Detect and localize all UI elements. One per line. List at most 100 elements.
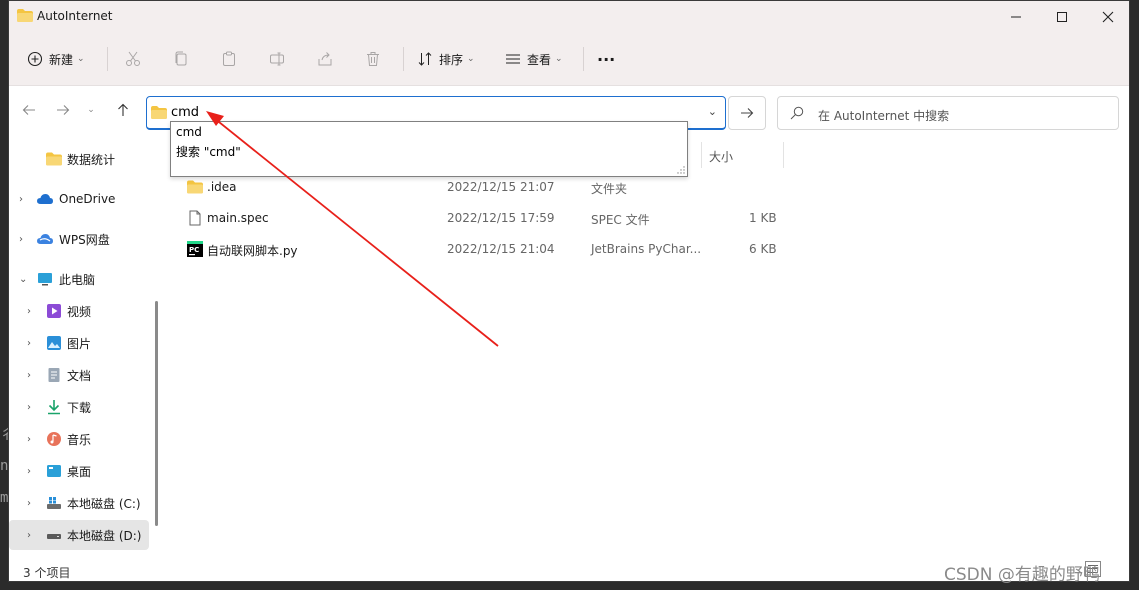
file-name: .idea	[207, 180, 237, 194]
chevron-right-icon[interactable]: ›	[27, 306, 31, 317]
chevron-right-icon[interactable]: ›	[27, 530, 31, 541]
column-divider[interactable]	[701, 142, 702, 168]
more-options-button[interactable]: ···	[597, 43, 615, 75]
sort-button[interactable]: 排序 ⌄	[417, 43, 475, 75]
chevron-right-icon[interactable]: ›	[27, 402, 31, 413]
arrow-right-icon	[57, 105, 70, 115]
rename-button[interactable]	[269, 43, 285, 75]
sidebar-item-desktop[interactable]: › 桌面	[9, 456, 149, 486]
close-button[interactable]	[1085, 1, 1131, 33]
more-icon: ···	[597, 49, 616, 69]
share-icon	[318, 52, 332, 66]
chevron-right-icon[interactable]: ›	[27, 434, 31, 445]
sidebar-item-wps-drive[interactable]: › WPS网盘	[9, 224, 149, 254]
sidebar-item-videos[interactable]: › 视频	[9, 296, 149, 326]
svg-text:PC: PC	[189, 246, 199, 254]
chevron-right-icon[interactable]: ›	[19, 194, 23, 205]
folder-icon	[46, 152, 62, 166]
resize-grip-icon[interactable]	[677, 166, 685, 174]
sidebar-item-documents[interactable]: › 文档	[9, 360, 149, 390]
sidebar-item-label: 下载	[67, 400, 92, 415]
arrow-right-icon	[741, 108, 754, 118]
folder-icon	[17, 9, 33, 22]
file-row[interactable]: main.spec 2022/12/15 17:59 SPEC 文件 1 KB	[169, 203, 789, 233]
search-icon	[790, 106, 804, 120]
chevron-right-icon[interactable]: ›	[27, 498, 31, 509]
new-button-label: 新建	[49, 52, 74, 67]
sidebar-item-label: 本地磁盘 (C:)	[67, 496, 141, 511]
sidebar-scrollbar[interactable]	[155, 301, 158, 526]
view-list-icon	[506, 54, 520, 64]
sidebar-item-drive-d[interactable]: › 本地磁盘 (D:)	[9, 520, 149, 550]
chevron-right-icon[interactable]: ›	[27, 466, 31, 477]
picture-icon	[47, 336, 61, 350]
share-button[interactable]	[317, 43, 333, 75]
close-icon	[1102, 11, 1114, 23]
navigation-pane: 数据统计 › OneDrive › WPS网盘 ⌄ 此电脑 › 视频 › 图片 …	[9, 134, 159, 554]
sidebar-item-music[interactable]: › 音乐	[9, 424, 149, 454]
sidebar-item-this-pc[interactable]: ⌄ 此电脑	[9, 264, 149, 294]
sidebar-item-data-stats[interactable]: 数据统计	[9, 144, 149, 174]
file-type: JetBrains PyChar...	[591, 242, 702, 256]
paste-button[interactable]	[221, 43, 237, 75]
folder-icon	[187, 180, 203, 194]
watermark: CSDN @有趣的野鸭	[944, 565, 1100, 585]
sidebar-item-onedrive[interactable]: › OneDrive	[9, 184, 149, 214]
forward-button[interactable]	[51, 98, 75, 122]
chevron-right-icon[interactable]: ›	[27, 370, 31, 381]
delete-button[interactable]	[365, 43, 381, 75]
chevron-down-icon[interactable]: ⌄	[708, 105, 717, 118]
address-input[interactable]: cmd	[171, 105, 199, 120]
search-box[interactable]: 在 AutoInternet 中搜索	[777, 96, 1119, 130]
view-button[interactable]: 查看 ⌄	[505, 43, 563, 75]
file-explorer-window: AutoInternet 新建 ⌄ 排序 ⌄ 查看 ⌄ ··· ⌄ cmd ⌄ …	[8, 0, 1130, 582]
maximize-button[interactable]	[1039, 1, 1085, 33]
wps-cloud-icon	[37, 234, 53, 244]
folder-icon	[151, 106, 167, 119]
sidebar-item-pictures[interactable]: › 图片	[9, 328, 149, 358]
column-divider[interactable]	[783, 142, 784, 168]
file-row[interactable]: PC 自动联网脚本.py 2022/12/15 21:04 JetBrains …	[169, 234, 789, 264]
column-header-size[interactable]: 大小	[709, 148, 733, 165]
copy-button[interactable]	[173, 43, 189, 75]
rename-icon	[270, 52, 284, 66]
search-placeholder: 在 AutoInternet 中搜索	[818, 109, 950, 123]
go-button[interactable]	[728, 96, 766, 130]
trash-icon	[367, 52, 379, 66]
toolbar-divider	[403, 47, 404, 71]
sidebar-item-drive-c[interactable]: › 本地磁盘 (C:)	[9, 488, 149, 518]
new-button[interactable]: 新建 ⌄	[27, 43, 85, 75]
clipboard-icon	[223, 51, 235, 66]
window-title: AutoInternet	[37, 9, 113, 23]
title-bar[interactable]: AutoInternet	[9, 1, 1129, 33]
recent-locations-button[interactable]: ⌄	[83, 98, 99, 122]
chevron-down-icon[interactable]: ⌄	[19, 274, 27, 285]
chevron-down-icon: ⌄	[87, 105, 95, 115]
file-type: SPEC 文件	[591, 213, 650, 227]
desktop-icon	[47, 465, 61, 477]
sort-button-label: 排序	[439, 52, 464, 67]
file-type: 文件夹	[591, 182, 628, 196]
toolbar-divider	[583, 47, 584, 71]
sidebar-item-label: OneDrive	[59, 192, 116, 206]
cut-button[interactable]	[125, 43, 141, 75]
document-icon	[48, 368, 60, 382]
minimize-button[interactable]	[993, 1, 1039, 33]
chevron-right-icon[interactable]: ›	[27, 338, 31, 349]
maximize-icon	[1057, 12, 1067, 22]
suggestion-item[interactable]: cmd	[176, 125, 202, 139]
suggestion-item[interactable]: 搜索 "cmd"	[176, 143, 241, 160]
file-icon	[189, 210, 201, 226]
chevron-down-icon: ⌄	[77, 54, 85, 64]
chevron-down-icon: ⌄	[467, 54, 475, 64]
sidebar-item-label: WPS网盘	[59, 232, 110, 247]
sidebar-item-downloads[interactable]: › 下载	[9, 392, 149, 422]
file-name: 自动联网脚本.py	[207, 244, 298, 258]
file-modified: 2022/12/15 21:07	[447, 180, 555, 194]
up-button[interactable]	[111, 98, 135, 122]
chevron-right-icon[interactable]: ›	[19, 234, 23, 245]
file-modified: 2022/12/15 17:59	[447, 211, 555, 225]
chevron-down-icon: ⌄	[555, 54, 563, 64]
back-button[interactable]	[17, 98, 41, 122]
download-icon	[48, 400, 60, 415]
